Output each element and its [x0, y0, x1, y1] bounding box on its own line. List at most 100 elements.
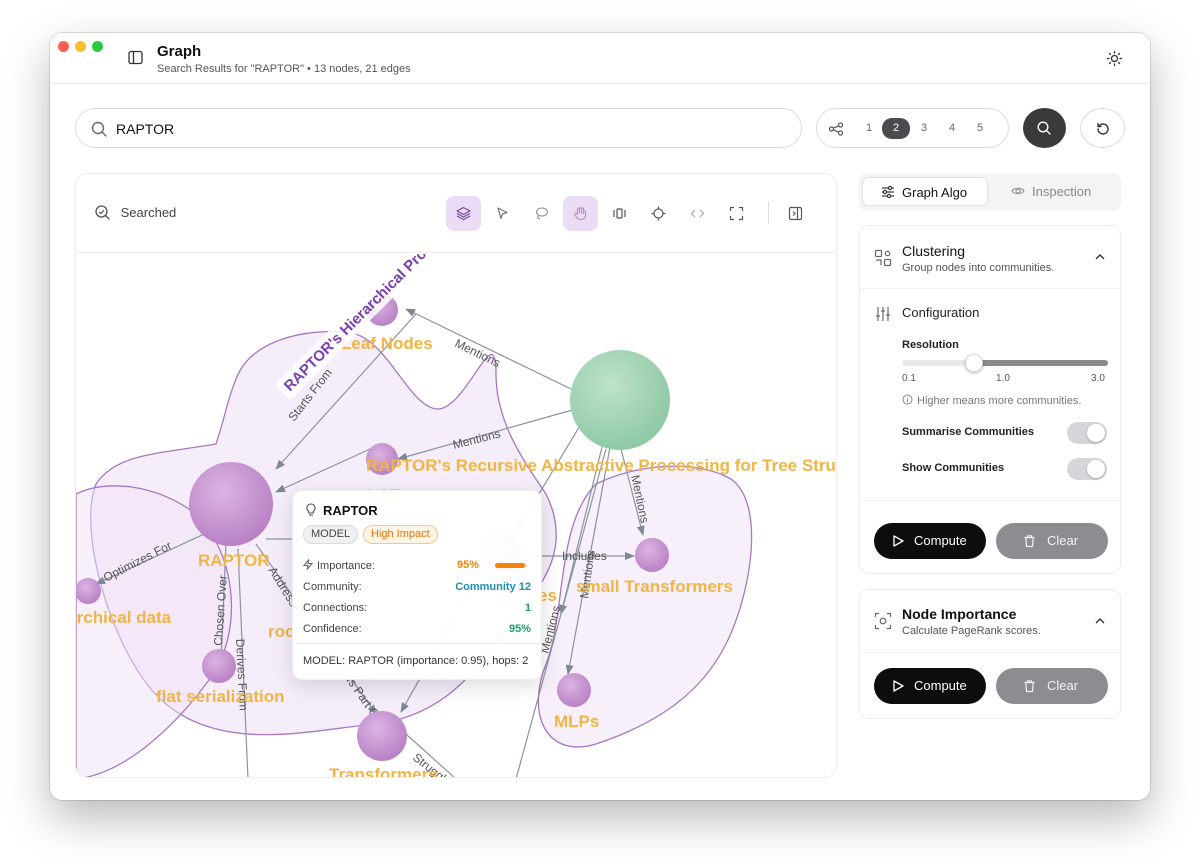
hop-option-3[interactable]: 3: [910, 118, 938, 139]
flip-tool-button[interactable]: [602, 196, 637, 231]
code-tool-button[interactable]: [680, 196, 715, 231]
confidence-label: Confidence:: [303, 623, 362, 635]
clustering-compute-button[interactable]: Compute: [874, 523, 986, 559]
toggle-knob: [1087, 424, 1105, 442]
summarise-toggle[interactable]: [1067, 422, 1107, 444]
impact-badge: High Impact: [363, 525, 438, 544]
card-divider: [860, 500, 1120, 501]
importance-row: Importance: 95%: [302, 559, 531, 572]
configuration-icon: [876, 307, 890, 321]
importance-label: Importance:: [317, 560, 376, 572]
importance-compute-button[interactable]: Compute: [874, 668, 986, 704]
community-value: Community 12: [455, 581, 531, 593]
lasso-icon: [535, 207, 549, 220]
select-tool-button[interactable]: [485, 196, 520, 231]
canvas-toolbar: Searched: [76, 174, 836, 253]
resolution-max: 3.0: [1091, 373, 1105, 384]
hop-option-1[interactable]: 1: [855, 118, 883, 139]
search-icon: [90, 120, 108, 138]
panel-toggle-button[interactable]: [778, 196, 813, 231]
confidence-value: 95%: [508, 623, 531, 635]
search-icon: [1037, 121, 1051, 135]
resolution-slider-handle[interactable]: [965, 354, 984, 372]
lasso-tool-button[interactable]: [524, 196, 559, 231]
importance-clear-label: Clear: [1047, 678, 1079, 693]
search-zoom-icon: [95, 205, 110, 220]
play-icon: [893, 535, 904, 547]
center-tool-button[interactable]: [641, 196, 676, 231]
search-button[interactable]: [1023, 108, 1066, 148]
graph-hops-icon: [828, 121, 844, 137]
maximize-window-button[interactable]: [92, 41, 103, 52]
graph-node-hierarchical-data[interactable]: [76, 578, 101, 604]
graph-node-raptor[interactable]: [189, 462, 273, 546]
hop-option-4[interactable]: 4: [938, 118, 966, 139]
refresh-icon: [1097, 122, 1109, 135]
configuration-title: Configuration: [902, 305, 980, 320]
chevron-up-icon[interactable]: [1094, 251, 1106, 263]
panel-toggle-icon: [788, 206, 803, 221]
node-label-transformers: Transformers: [329, 765, 438, 778]
node-label-hierarchical-data: hierarchical data: [76, 608, 172, 627]
focus-icon: [874, 612, 892, 630]
resolution-slider[interactable]: [902, 354, 1108, 372]
layers-tool-button[interactable]: [446, 196, 481, 231]
resolution-mid: 1.0: [996, 373, 1010, 384]
chevron-up-icon[interactable]: [1094, 615, 1106, 627]
graph-node-small-transformers[interactable]: [635, 538, 669, 572]
clustering-clear-label: Clear: [1047, 533, 1079, 548]
graph-node-central[interactable]: [570, 350, 670, 450]
clustering-subtitle: Group nodes into communities.: [902, 262, 1055, 274]
clustering-clear-button[interactable]: Clear: [996, 523, 1108, 559]
layers-icon: [456, 206, 471, 221]
tab-inspection[interactable]: Inspection: [1011, 177, 1115, 206]
confidence-row: Confidence: 95%: [303, 623, 531, 635]
clustering-title: Clustering: [902, 243, 966, 259]
clustering-compute-label: Compute: [914, 533, 967, 548]
show-communities-label: Show Communities: [902, 462, 1005, 474]
resolution-hint: Higher means more communities.: [902, 394, 1081, 407]
graph-node-flat-serialization[interactable]: [202, 649, 236, 683]
searched-indicator: Searched: [94, 204, 176, 221]
importance-clear-button[interactable]: Clear: [996, 668, 1108, 704]
node-importance-card: Node Importance Calculate PageRank score…: [859, 589, 1121, 719]
node-label-raptor: RAPTOR: [198, 551, 269, 570]
reset-button[interactable]: [1080, 108, 1125, 148]
hop-option-2[interactable]: 2: [882, 118, 910, 139]
connections-value: 1: [524, 602, 531, 614]
hop-option-5[interactable]: 5: [966, 118, 994, 139]
resolution-slider-fill: [974, 360, 1108, 366]
importance-value: 95%: [456, 559, 479, 571]
community-row: Community: Community 12: [303, 581, 531, 593]
minimize-window-button[interactable]: [75, 41, 86, 52]
graph-node-mlps[interactable]: [557, 673, 591, 707]
searched-label: Searched: [120, 205, 177, 221]
sun-icon[interactable]: [1106, 50, 1123, 67]
pan-tool-button[interactable]: [563, 196, 598, 231]
type-badge: MODEL: [303, 525, 359, 544]
search-input[interactable]: [116, 118, 776, 140]
node-label-flat-serialization: flat serialization: [156, 687, 284, 706]
play-icon: [893, 680, 904, 692]
toggle-knob: [1087, 460, 1105, 478]
fullscreen-tool-button[interactable]: [719, 196, 754, 231]
sliders-icon: [882, 185, 894, 199]
show-communities-toggle[interactable]: [1067, 458, 1107, 480]
tooltip-title: RAPTOR: [323, 503, 378, 518]
hand-icon: [574, 206, 587, 221]
tab-graph-algo[interactable]: Graph Algo: [862, 177, 988, 206]
sidebar-toggle-icon[interactable]: [128, 50, 143, 65]
tab-inspection-label: Inspection: [1032, 184, 1092, 199]
search-bar: [75, 108, 802, 148]
close-window-button[interactable]: [58, 41, 69, 52]
graph-node-transformers[interactable]: [357, 711, 407, 761]
app-window: Graph Search Results for "RAPTOR" • 13 n…: [50, 33, 1150, 800]
resolution-label: Resolution: [902, 339, 959, 351]
connections-label: Connections:: [303, 602, 368, 614]
importance-bar: [495, 563, 527, 568]
tooltip-divider: [293, 643, 541, 644]
node-tooltip: RAPTOR MODEL High Impact Importance: 95%…: [292, 490, 542, 680]
clustering-icon: [874, 249, 892, 267]
crosshair-icon: [651, 206, 666, 221]
trash-icon: [1024, 680, 1035, 693]
